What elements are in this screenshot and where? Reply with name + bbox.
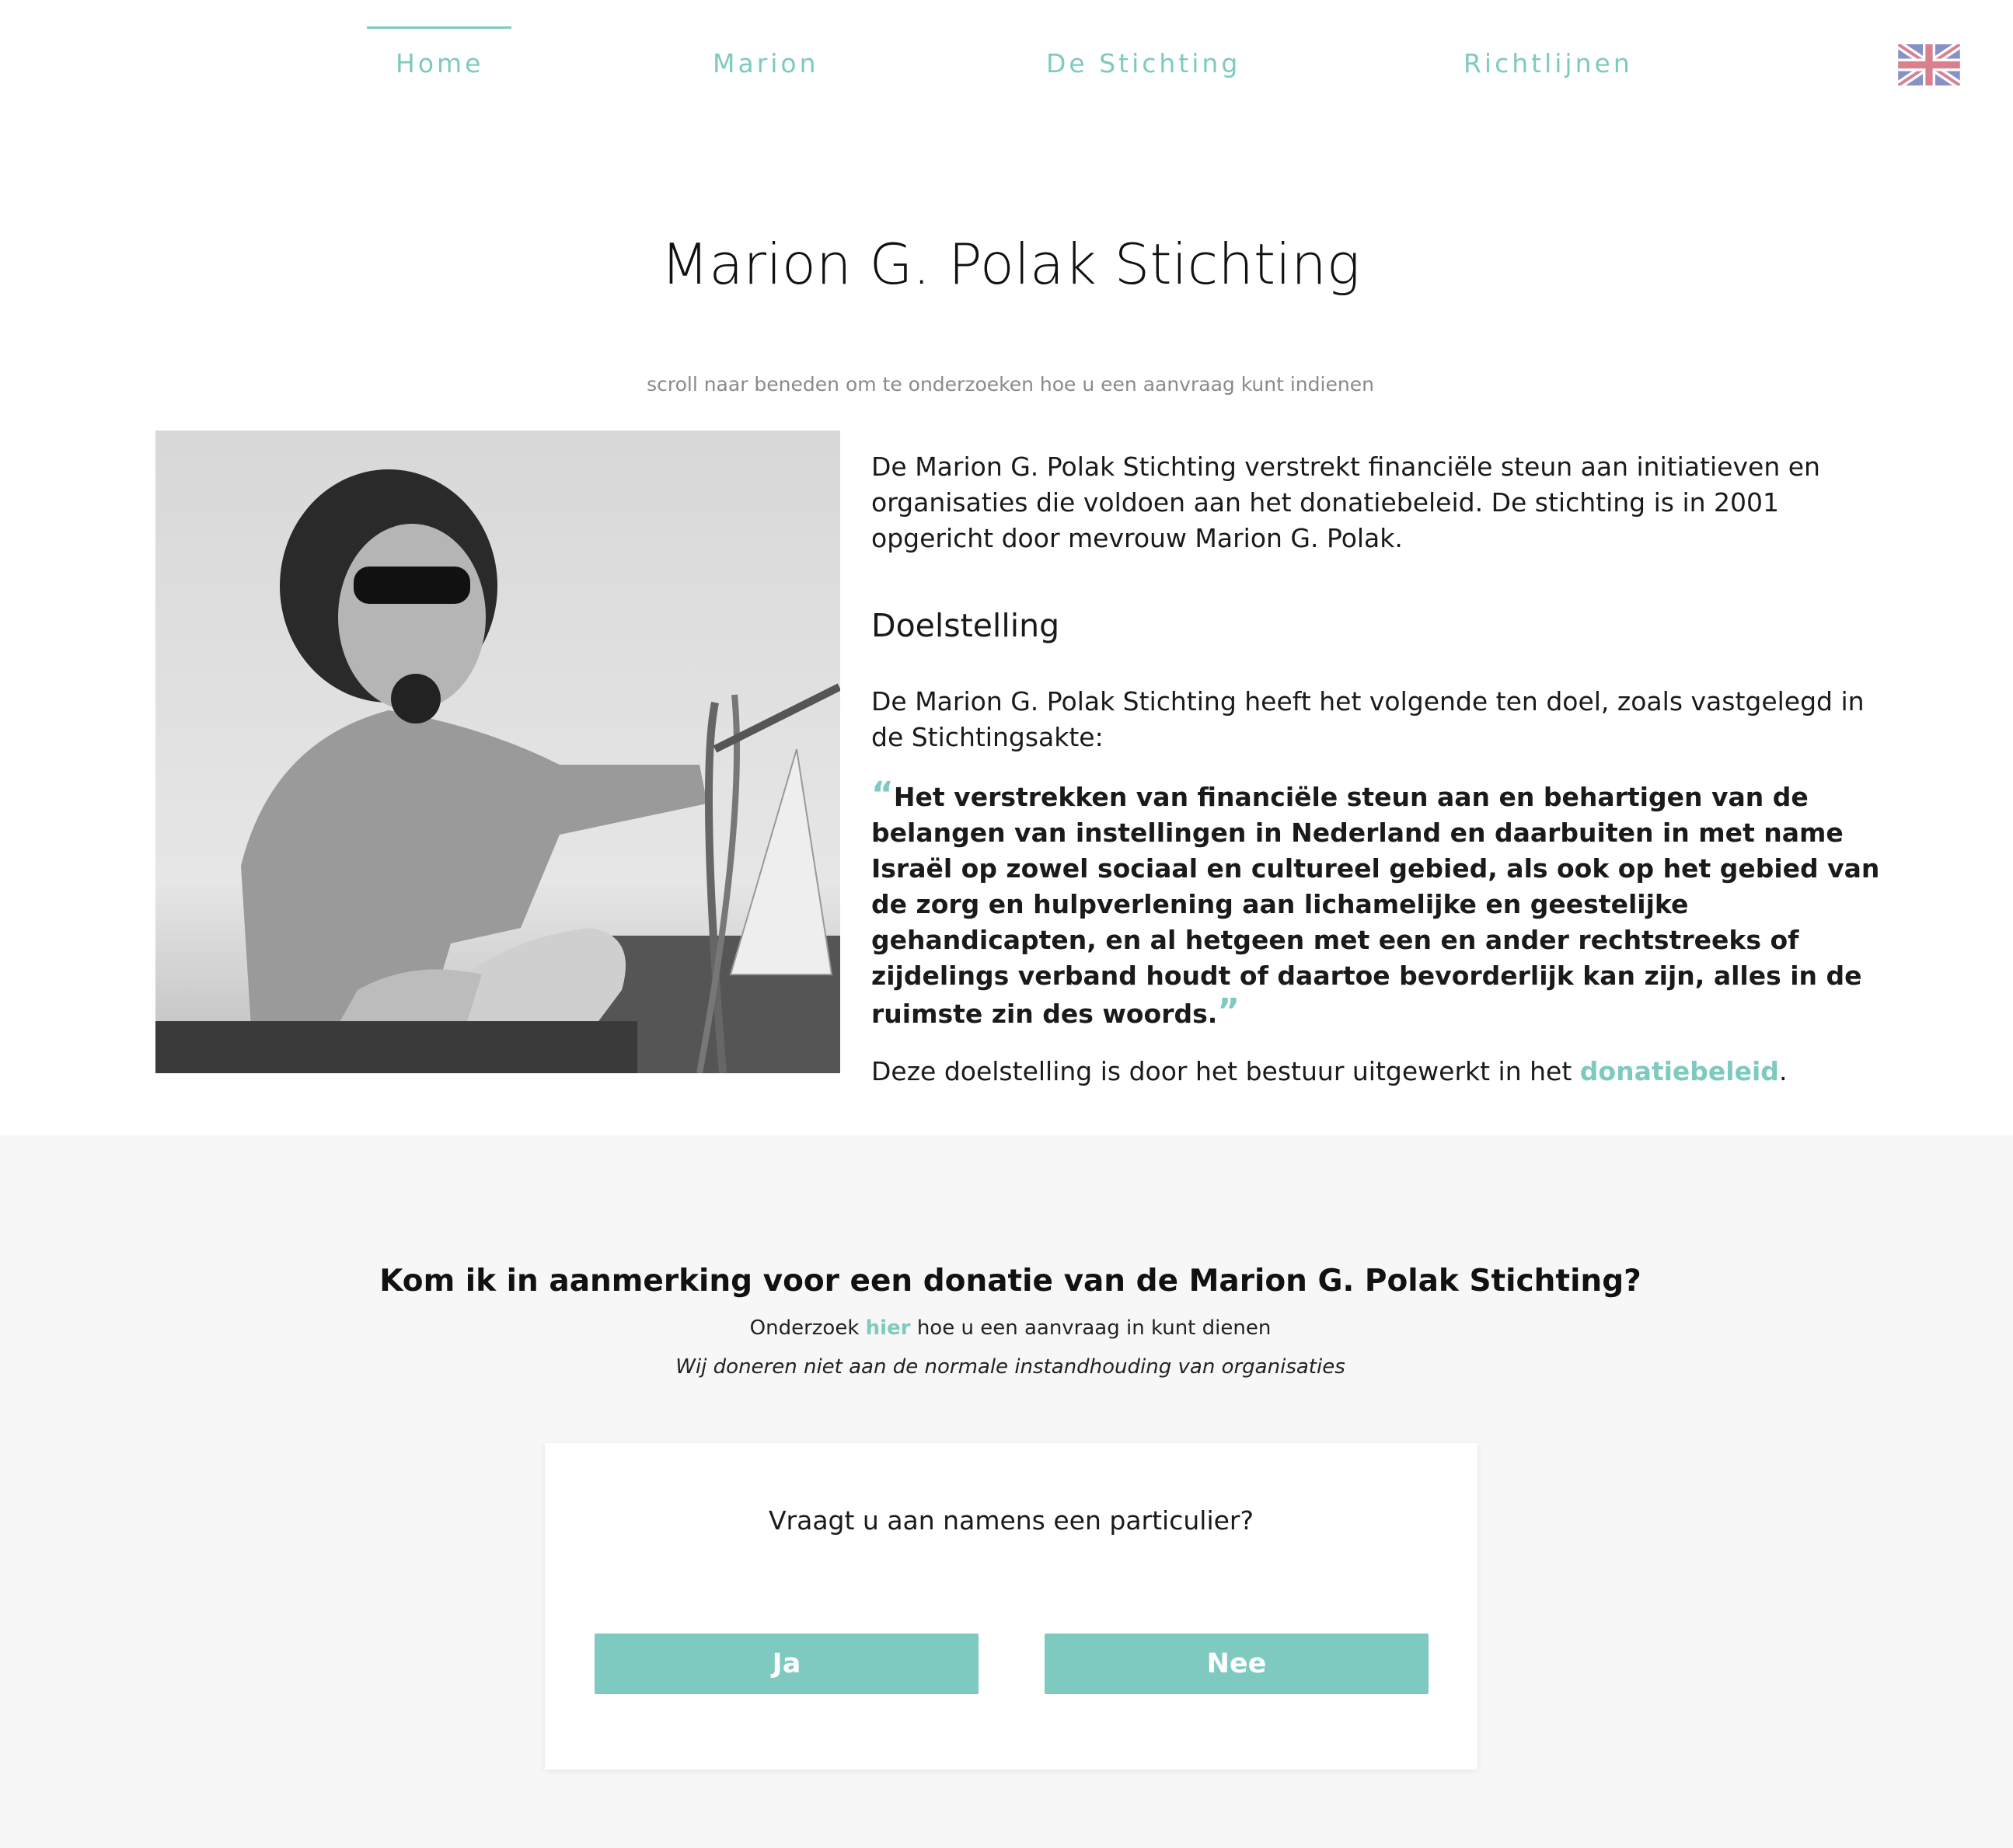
nav-item-marion[interactable]: Marion — [713, 48, 819, 78]
no-button[interactable]: Nee — [1045, 1634, 1429, 1694]
nav-item-richtlijnen[interactable]: Richtlijnen — [1464, 48, 1633, 78]
doelstelling-quote: “Het verstrekken van financiële steun aa… — [871, 777, 1882, 1032]
closing-text: Deze doelstelling is door het bestuur ui… — [871, 1056, 1580, 1086]
hier-link[interactable]: hier — [866, 1316, 911, 1340]
uk-flag-icon[interactable] — [1896, 40, 1962, 89]
quote-open-mark: “ — [871, 775, 894, 814]
donatiebeleid-link[interactable]: donatiebeleid — [1580, 1056, 1779, 1086]
page-title: Marion G. Polak Stichting — [661, 232, 1360, 297]
closing-period: . — [1778, 1056, 1788, 1086]
quote-text: Het verstrekken van financiële steun aan… — [871, 782, 1880, 1029]
nav-item-de-stichting[interactable]: De Stichting — [1046, 48, 1240, 78]
top-navigation: Home Marion De Stichting Richtlijnen — [0, 0, 2013, 109]
doelstelling-heading: Doelstelling — [871, 607, 1060, 644]
nav-item-home[interactable]: Home — [396, 48, 483, 78]
eligibility-note: Wij doneren niet aan de normale instandh… — [675, 1355, 1345, 1379]
eligibility-subtext: Onderzoek hier hoe u een aanvraag in kun… — [0, 1316, 2013, 1340]
portrait-photo — [155, 431, 840, 1073]
scroll-hint: scroll naar beneden om te onderzoeken ho… — [647, 373, 1374, 396]
eligibility-heading: Kom ik in aanmerking voor een donatie va… — [379, 1264, 1641, 1299]
yes-button[interactable]: Ja — [595, 1634, 979, 1694]
doelstelling-paragraph: De Marion G. Polak Stichting heeft het v… — [871, 686, 1865, 752]
quote-close-mark: ” — [1217, 992, 1240, 1031]
intro-paragraph: De Marion G. Polak Stichting verstrekt f… — [871, 452, 1820, 553]
about-section: De Marion G. Polak Stichting verstrekt f… — [871, 449, 1882, 1090]
subtext-prefix: Onderzoek — [749, 1316, 866, 1340]
subtext-suffix: hoe u een aanvraag in kunt dienen — [910, 1316, 1272, 1340]
question-card: Vraagt u aan namens een particulier? Ja … — [545, 1443, 1477, 1770]
question-text: Vraagt u aan namens een particulier? — [768, 1505, 1254, 1536]
closing-paragraph: Deze doelstelling is door het bestuur ui… — [871, 1054, 1882, 1090]
nav-active-indicator — [367, 26, 511, 29]
